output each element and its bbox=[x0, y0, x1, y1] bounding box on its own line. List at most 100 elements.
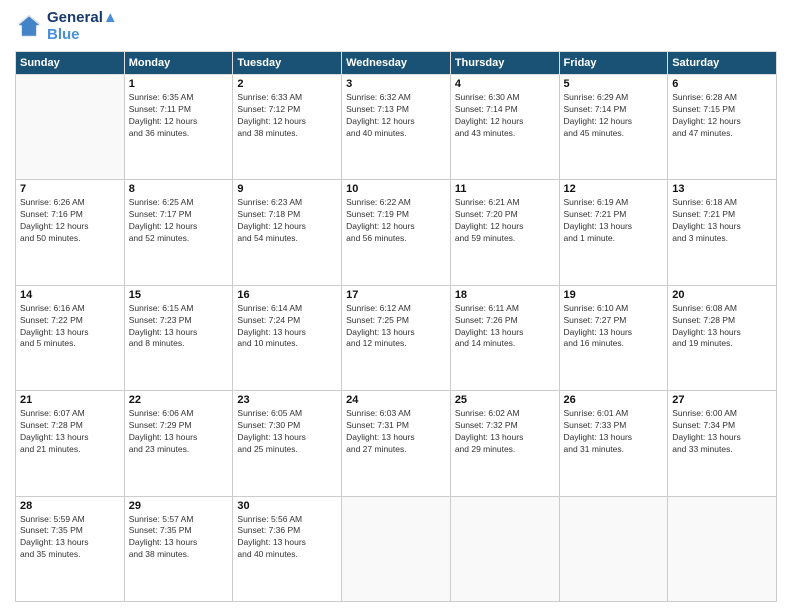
calendar-cell: 15 Sunrise: 6:15 AM Sunset: 7:23 PM Dayli… bbox=[124, 285, 233, 390]
calendar-cell: 27 Sunrise: 6:00 AM Sunset: 7:34 PM Dayli… bbox=[668, 391, 777, 496]
day-info: Sunrise: 6:29 AM Sunset: 7:14 PM Dayligh… bbox=[564, 92, 664, 140]
calendar-cell: 9 Sunrise: 6:23 AM Sunset: 7:18 PM Daylig… bbox=[233, 180, 342, 285]
day-number: 9 bbox=[237, 183, 337, 195]
day-number: 27 bbox=[672, 394, 772, 406]
day-number: 15 bbox=[129, 289, 229, 301]
day-number: 4 bbox=[455, 78, 555, 90]
calendar-week-5: 28 Sunrise: 5:59 AM Sunset: 7:35 PM Dayli… bbox=[16, 496, 777, 601]
day-info: Sunrise: 6:21 AM Sunset: 7:20 PM Dayligh… bbox=[455, 197, 555, 245]
calendar-cell: 25 Sunrise: 6:02 AM Sunset: 7:32 PM Dayli… bbox=[450, 391, 559, 496]
day-number: 11 bbox=[455, 183, 555, 195]
calendar-week-3: 14 Sunrise: 6:16 AM Sunset: 7:22 PM Dayli… bbox=[16, 285, 777, 390]
weekday-header-tuesday: Tuesday bbox=[233, 52, 342, 75]
day-number: 29 bbox=[129, 500, 229, 512]
day-info: Sunrise: 6:14 AM Sunset: 7:24 PM Dayligh… bbox=[237, 303, 337, 351]
day-number: 7 bbox=[20, 183, 120, 195]
day-info: Sunrise: 5:59 AM Sunset: 7:35 PM Dayligh… bbox=[20, 514, 120, 562]
calendar-cell bbox=[342, 496, 451, 601]
calendar-cell bbox=[16, 75, 125, 180]
calendar-cell: 26 Sunrise: 6:01 AM Sunset: 7:33 PM Dayli… bbox=[559, 391, 668, 496]
weekday-header-sunday: Sunday bbox=[16, 52, 125, 75]
day-info: Sunrise: 6:05 AM Sunset: 7:30 PM Dayligh… bbox=[237, 408, 337, 456]
calendar-cell: 20 Sunrise: 6:08 AM Sunset: 7:28 PM Dayli… bbox=[668, 285, 777, 390]
day-number: 18 bbox=[455, 289, 555, 301]
day-info: Sunrise: 6:01 AM Sunset: 7:33 PM Dayligh… bbox=[564, 408, 664, 456]
day-info: Sunrise: 6:15 AM Sunset: 7:23 PM Dayligh… bbox=[129, 303, 229, 351]
logo: General▲ Blue bbox=[15, 10, 118, 43]
day-number: 14 bbox=[20, 289, 120, 301]
day-number: 5 bbox=[564, 78, 664, 90]
day-number: 28 bbox=[20, 500, 120, 512]
day-number: 6 bbox=[672, 78, 772, 90]
calendar-cell: 5 Sunrise: 6:29 AM Sunset: 7:14 PM Daylig… bbox=[559, 75, 668, 180]
day-number: 12 bbox=[564, 183, 664, 195]
weekday-header-thursday: Thursday bbox=[450, 52, 559, 75]
calendar-cell: 14 Sunrise: 6:16 AM Sunset: 7:22 PM Dayli… bbox=[16, 285, 125, 390]
calendar-cell bbox=[668, 496, 777, 601]
calendar-cell: 1Sunrise: 6:35 AM Sunset: 7:11 PM Daylig… bbox=[124, 75, 233, 180]
calendar-cell: 23Sunrise: 6:05 AM Sunset: 7:30 PM Dayli… bbox=[233, 391, 342, 496]
weekday-header-wednesday: Wednesday bbox=[342, 52, 451, 75]
logo-text: General▲ Blue bbox=[47, 10, 118, 43]
day-info: Sunrise: 6:32 AM Sunset: 7:13 PM Dayligh… bbox=[346, 92, 446, 140]
calendar-cell: 12 Sunrise: 6:19 AM Sunset: 7:21 PM Dayli… bbox=[559, 180, 668, 285]
weekday-header-row: SundayMondayTuesdayWednesdayThursdayFrid… bbox=[16, 52, 777, 75]
day-info: Sunrise: 6:19 AM Sunset: 7:21 PM Dayligh… bbox=[564, 197, 664, 245]
day-number: 20 bbox=[672, 289, 772, 301]
day-number: 26 bbox=[564, 394, 664, 406]
day-number: 8 bbox=[129, 183, 229, 195]
calendar-cell: 28 Sunrise: 5:59 AM Sunset: 7:35 PM Dayli… bbox=[16, 496, 125, 601]
page: General▲ Blue SundayMondayTuesdayWednesd… bbox=[0, 0, 792, 612]
day-info: Sunrise: 6:30 AM Sunset: 7:14 PM Dayligh… bbox=[455, 92, 555, 140]
calendar-cell: 6 Sunrise: 6:28 AM Sunset: 7:15 PM Daylig… bbox=[668, 75, 777, 180]
day-info: Sunrise: 6:12 AM Sunset: 7:25 PM Dayligh… bbox=[346, 303, 446, 351]
day-info: Sunrise: 6:11 AM Sunset: 7:26 PM Dayligh… bbox=[455, 303, 555, 351]
calendar-week-4: 21 Sunrise: 6:07 AM Sunset: 7:28 PM Dayli… bbox=[16, 391, 777, 496]
day-number: 30 bbox=[237, 500, 337, 512]
day-info: Sunrise: 6:16 AM Sunset: 7:22 PM Dayligh… bbox=[20, 303, 120, 351]
calendar-cell: 7Sunrise: 6:26 AM Sunset: 7:16 PM Daylig… bbox=[16, 180, 125, 285]
day-info: Sunrise: 6:00 AM Sunset: 7:34 PM Dayligh… bbox=[672, 408, 772, 456]
calendar-cell: 8 Sunrise: 6:25 AM Sunset: 7:17 PM Daylig… bbox=[124, 180, 233, 285]
weekday-header-monday: Monday bbox=[124, 52, 233, 75]
calendar-cell: 2 Sunrise: 6:33 AM Sunset: 7:12 PM Daylig… bbox=[233, 75, 342, 180]
day-number: 17 bbox=[346, 289, 446, 301]
day-info: Sunrise: 6:10 AM Sunset: 7:27 PM Dayligh… bbox=[564, 303, 664, 351]
day-number: 13 bbox=[672, 183, 772, 195]
calendar-cell: 13Sunrise: 6:18 AM Sunset: 7:21 PM Dayli… bbox=[668, 180, 777, 285]
day-number: 21 bbox=[20, 394, 120, 406]
calendar-cell: 4 Sunrise: 6:30 AM Sunset: 7:14 PM Daylig… bbox=[450, 75, 559, 180]
weekday-header-friday: Friday bbox=[559, 52, 668, 75]
calendar-week-2: 7Sunrise: 6:26 AM Sunset: 7:16 PM Daylig… bbox=[16, 180, 777, 285]
logo-icon bbox=[15, 13, 43, 41]
calendar-week-1: 1Sunrise: 6:35 AM Sunset: 7:11 PM Daylig… bbox=[16, 75, 777, 180]
day-info: Sunrise: 6:25 AM Sunset: 7:17 PM Dayligh… bbox=[129, 197, 229, 245]
day-number: 2 bbox=[237, 78, 337, 90]
day-number: 3 bbox=[346, 78, 446, 90]
day-info: Sunrise: 6:08 AM Sunset: 7:28 PM Dayligh… bbox=[672, 303, 772, 351]
calendar-cell bbox=[450, 496, 559, 601]
day-number: 19 bbox=[564, 289, 664, 301]
day-info: Sunrise: 6:28 AM Sunset: 7:15 PM Dayligh… bbox=[672, 92, 772, 140]
day-info: Sunrise: 6:07 AM Sunset: 7:28 PM Dayligh… bbox=[20, 408, 120, 456]
calendar-cell: 10 Sunrise: 6:22 AM Sunset: 7:19 PM Dayli… bbox=[342, 180, 451, 285]
calendar-cell: 29 Sunrise: 5:57 AM Sunset: 7:35 PM Dayli… bbox=[124, 496, 233, 601]
day-info: Sunrise: 6:02 AM Sunset: 7:32 PM Dayligh… bbox=[455, 408, 555, 456]
calendar-cell: 22Sunrise: 6:06 AM Sunset: 7:29 PM Dayli… bbox=[124, 391, 233, 496]
day-number: 10 bbox=[346, 183, 446, 195]
day-number: 16 bbox=[237, 289, 337, 301]
calendar-cell: 17 Sunrise: 6:12 AM Sunset: 7:25 PM Dayli… bbox=[342, 285, 451, 390]
calendar-cell bbox=[559, 496, 668, 601]
day-info: Sunrise: 6:03 AM Sunset: 7:31 PM Dayligh… bbox=[346, 408, 446, 456]
day-info: Sunrise: 6:22 AM Sunset: 7:19 PM Dayligh… bbox=[346, 197, 446, 245]
day-number: 25 bbox=[455, 394, 555, 406]
calendar-cell: 11 Sunrise: 6:21 AM Sunset: 7:20 PM Dayli… bbox=[450, 180, 559, 285]
day-info: Sunrise: 6:35 AM Sunset: 7:11 PM Dayligh… bbox=[129, 92, 229, 140]
calendar-cell: 16 Sunrise: 6:14 AM Sunset: 7:24 PM Dayli… bbox=[233, 285, 342, 390]
calendar-cell: 24Sunrise: 6:03 AM Sunset: 7:31 PM Dayli… bbox=[342, 391, 451, 496]
day-info: Sunrise: 6:23 AM Sunset: 7:18 PM Dayligh… bbox=[237, 197, 337, 245]
day-info: Sunrise: 6:33 AM Sunset: 7:12 PM Dayligh… bbox=[237, 92, 337, 140]
calendar-cell: 21 Sunrise: 6:07 AM Sunset: 7:28 PM Dayli… bbox=[16, 391, 125, 496]
day-info: Sunrise: 5:57 AM Sunset: 7:35 PM Dayligh… bbox=[129, 514, 229, 562]
calendar: SundayMondayTuesdayWednesdayThursdayFrid… bbox=[15, 51, 777, 602]
